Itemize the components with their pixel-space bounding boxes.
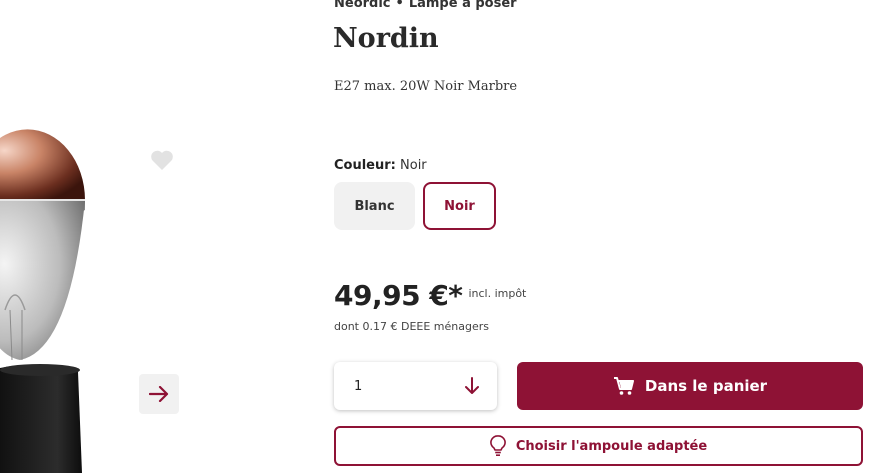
- breadcrumb-separator: •: [395, 0, 404, 11]
- arrow-down-icon: [465, 377, 479, 394]
- add-to-cart-label: Dans le panier: [644, 377, 768, 395]
- choose-bulb-button[interactable]: Choisir l'ampoule adaptée: [334, 426, 863, 466]
- quantity-input[interactable]: [352, 377, 416, 395]
- lightbulb-icon: [489, 435, 506, 457]
- product-subtitle: E27 max. 20W Noir Marbre: [334, 79, 518, 94]
- breadcrumb-category[interactable]: Lampe à poser: [409, 0, 517, 11]
- color-selected-value: Noir: [400, 158, 427, 173]
- price-block: 49,95 €* incl. impôt: [334, 279, 526, 312]
- breadcrumb: Neordic • Lampe à poser: [334, 0, 517, 11]
- breadcrumb-brand[interactable]: Neordic: [334, 0, 391, 11]
- arrow-right-icon: [149, 386, 169, 402]
- quantity-dropdown[interactable]: [465, 377, 479, 395]
- color-option-noir[interactable]: Noir: [423, 182, 496, 230]
- cart-icon: [613, 376, 635, 396]
- choose-bulb-label: Choisir l'ampoule adaptée: [515, 438, 708, 454]
- add-to-cart-button[interactable]: Dans le panier: [517, 362, 863, 410]
- deee-note: dont 0.17 € DEEE ménagers: [334, 320, 489, 333]
- quantity-stepper: [334, 362, 497, 410]
- product-page: Neordic • Lampe à poser Nordin E27 max. 20…: [0, 0, 876, 473]
- product-image: [0, 129, 85, 473]
- heart-icon: [151, 150, 173, 170]
- price-tax-note: incl. impôt: [468, 287, 527, 300]
- next-image-button[interactable]: [139, 374, 179, 414]
- product-gallery: [0, 0, 300, 473]
- color-option-blanc[interactable]: Blanc: [334, 182, 415, 230]
- color-label-title: Couleur:: [334, 158, 396, 173]
- price-amount: 49,95 €*: [334, 279, 463, 312]
- product-title: Nordin: [333, 23, 439, 54]
- favorite-button[interactable]: [146, 145, 178, 175]
- color-label: Couleur: Noir: [334, 158, 427, 173]
